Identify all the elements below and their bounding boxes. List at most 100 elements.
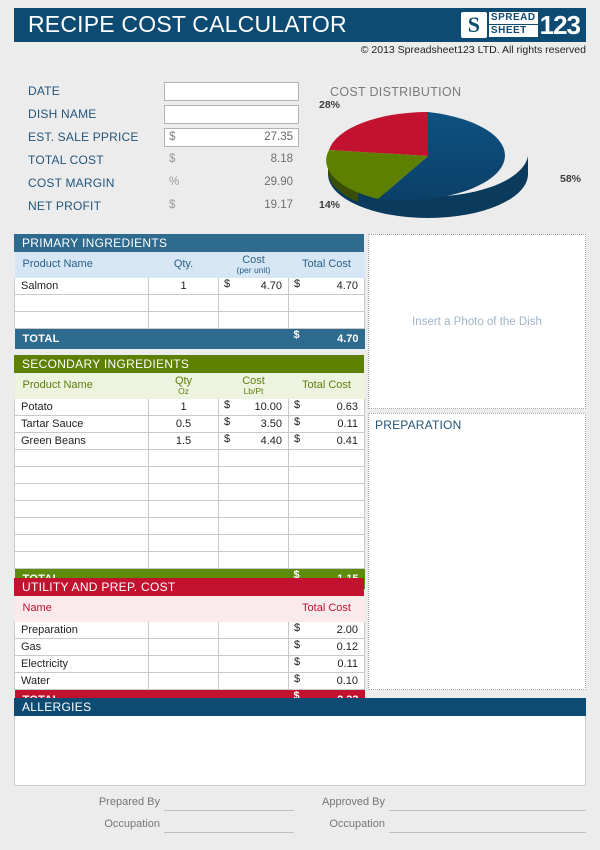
cell-unit-cost[interactable] (218, 655, 289, 673)
cell-total-cost: $0.63 (288, 399, 365, 416)
cell-qty[interactable] (148, 672, 219, 690)
cell-unit-cost[interactable]: $4.70 (218, 278, 289, 295)
cell-qty[interactable] (148, 449, 219, 467)
cell-product-name[interactable]: Water (14, 672, 149, 690)
table-row[interactable] (14, 517, 365, 535)
cell-product-name[interactable] (14, 551, 149, 569)
cell-total-cost (288, 449, 365, 467)
cell-product-name[interactable] (14, 449, 149, 467)
cell-unit-cost[interactable] (218, 500, 289, 518)
cell-qty[interactable] (148, 622, 219, 639)
column-header (148, 596, 219, 622)
cell-qty[interactable] (148, 294, 219, 312)
dish-photo-dropzone[interactable]: Insert a Photo of the Dish (368, 234, 586, 409)
table-row[interactable] (14, 534, 365, 552)
preparation-notes-box[interactable]: PREPARATION (368, 413, 586, 690)
cell-product-name[interactable]: Electricity (14, 655, 149, 673)
cell-product-name[interactable] (14, 500, 149, 518)
cell-product-name[interactable]: Salmon (14, 278, 149, 295)
cell-product-name[interactable]: Green Beans (14, 432, 149, 450)
cell-product-name[interactable]: Preparation (14, 622, 149, 639)
cell-qty[interactable] (148, 311, 219, 329)
cell-qty[interactable] (148, 551, 219, 569)
allergies-input[interactable] (14, 716, 586, 786)
summary-field-label: DATE (28, 84, 60, 98)
table-row[interactable]: Tartar Sauce 0.5 $3.50 $0.11 (14, 415, 365, 433)
cell-total-cost: $2.00 (288, 622, 365, 639)
column-header-label: Cost (242, 253, 265, 266)
cell-product-name[interactable] (14, 294, 149, 312)
table-row[interactable]: Water $0.10 (14, 672, 365, 690)
prepared-by-input[interactable] (164, 810, 294, 811)
table-row[interactable]: Green Beans 1.5 $4.40 $0.41 (14, 432, 365, 450)
cell-unit-cost[interactable] (218, 517, 289, 535)
secondary-rows: Potato 1 $10.00 $0.63 Tartar Sauce 0.5 $3.50 $0… (14, 399, 365, 569)
table-row[interactable] (14, 294, 365, 312)
table-row[interactable]: Gas $0.12 (14, 638, 365, 656)
column-header-sublabel: Oz (178, 386, 189, 397)
cell-product-name[interactable] (14, 311, 149, 329)
cell-qty[interactable] (148, 655, 219, 673)
cell-qty[interactable]: 1.5 (148, 432, 219, 450)
cell-qty[interactable] (148, 500, 219, 518)
summary-field-value[interactable]: $27.35 (164, 128, 299, 147)
cell-unit-cost[interactable] (218, 483, 289, 501)
table-row[interactable] (14, 500, 365, 518)
cell-qty[interactable] (148, 534, 219, 552)
cell-qty[interactable] (148, 638, 219, 656)
cell-unit-cost[interactable]: $3.50 (218, 415, 289, 433)
cell-product-name[interactable]: Tartar Sauce (14, 415, 149, 433)
summary-field-value[interactable] (164, 82, 299, 101)
summary-field-label: EST. SALE PPRICE (28, 130, 139, 144)
cell-product-name[interactable]: Gas (14, 638, 149, 656)
table-row[interactable]: Potato 1 $10.00 $0.63 (14, 399, 365, 416)
table-row[interactable]: Electricity $0.11 (14, 655, 365, 673)
cell-unit-cost[interactable] (218, 449, 289, 467)
table-row[interactable] (14, 449, 365, 467)
cell-unit-cost[interactable] (218, 672, 289, 690)
cell-unit-cost[interactable] (218, 294, 289, 312)
column-header: Product Name (14, 252, 149, 278)
approved-occupation-input[interactable] (389, 832, 586, 833)
cell-unit-cost[interactable]: $4.40 (218, 432, 289, 450)
approved-by-input[interactable] (389, 810, 586, 811)
cell-unit-cost-value: 10.00 (254, 401, 282, 413)
table-row[interactable] (14, 483, 365, 501)
cell-product-name[interactable] (14, 483, 149, 501)
secondary-column-headers: Product Name Qty Oz Cost Lb/Pt Total Cost (14, 373, 365, 399)
cell-unit-cost[interactable] (218, 466, 289, 484)
table-row[interactable] (14, 311, 365, 329)
cell-qty[interactable] (148, 517, 219, 535)
cell-unit-cost[interactable]: $10.00 (218, 399, 289, 416)
cell-product-name[interactable] (14, 534, 149, 552)
summary-field-value[interactable] (164, 105, 299, 124)
cell-unit-cost[interactable] (218, 638, 289, 656)
cell-qty[interactable] (148, 466, 219, 484)
cell-product-name[interactable] (14, 466, 149, 484)
cell-qty[interactable] (148, 483, 219, 501)
cell-unit-cost[interactable] (218, 534, 289, 552)
cell-product-name[interactable]: Potato (14, 399, 149, 416)
cell-unit-cost[interactable] (218, 622, 289, 639)
prepared-occupation-input[interactable] (164, 832, 294, 833)
cell-product-name[interactable] (14, 517, 149, 535)
table-row[interactable] (14, 551, 365, 569)
logo-line-sheet: SHEET (488, 25, 538, 37)
cell-total-cost-currency: $ (294, 416, 301, 428)
cell-unit-cost[interactable] (218, 551, 289, 569)
column-header: Qty Oz (148, 373, 219, 399)
table-row[interactable]: Preparation $2.00 (14, 622, 365, 639)
pie-label-14: 14% (319, 199, 341, 211)
cell-unit-cost-currency: $ (224, 433, 231, 445)
cell-total-cost-value: 0.12 (336, 641, 358, 653)
cell-unit-cost[interactable] (218, 311, 289, 329)
cell-qty[interactable]: 0.5 (148, 415, 219, 433)
cell-total-cost-currency: $ (294, 399, 301, 411)
table-row[interactable]: Salmon 1 $4.70 $4.70 (14, 278, 365, 295)
table-row[interactable] (14, 466, 365, 484)
column-header: Qty. (148, 252, 219, 278)
cell-qty[interactable]: 1 (148, 399, 219, 416)
cell-qty[interactable]: 1 (148, 278, 219, 295)
column-header-label: Total Cost (302, 258, 351, 271)
summary-field-row: DATE (28, 82, 318, 104)
